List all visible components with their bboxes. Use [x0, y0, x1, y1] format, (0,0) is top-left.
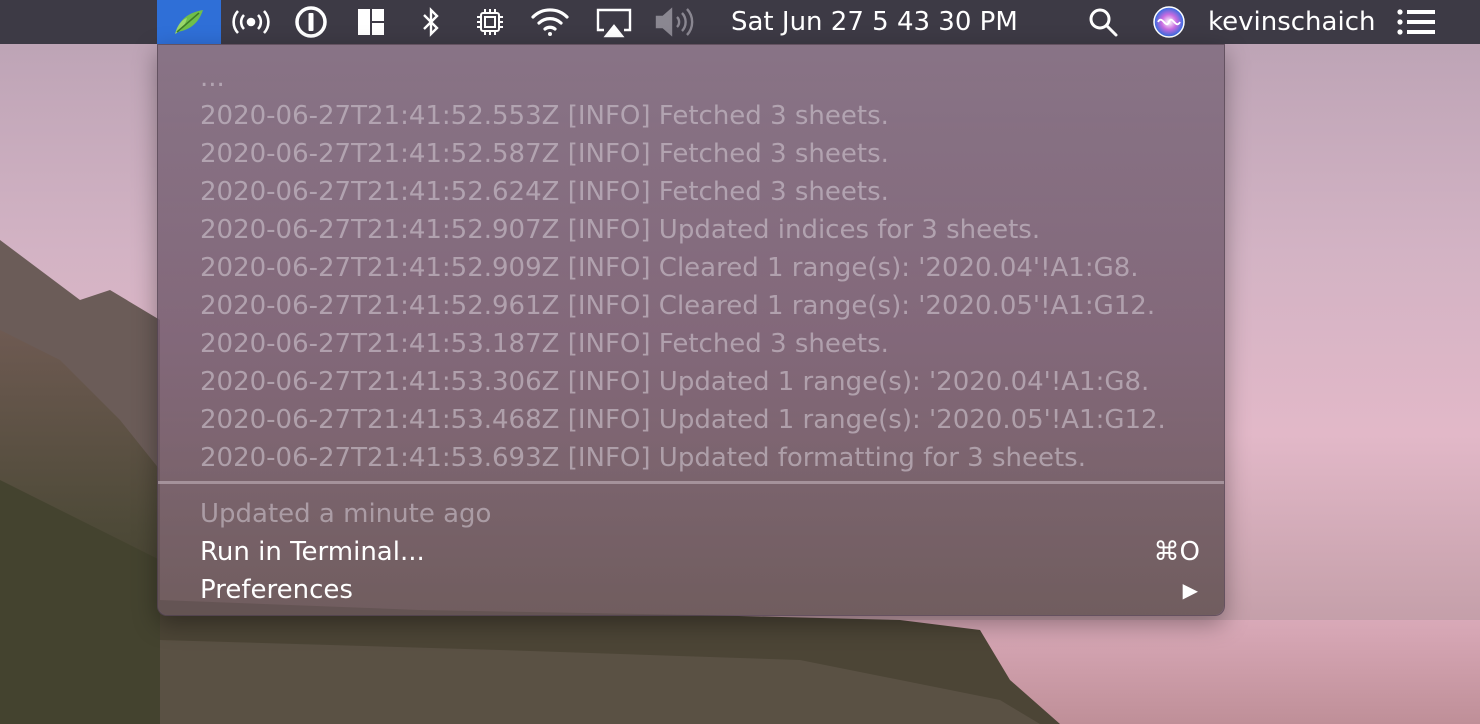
log-line: 2020-06-27T21:41:52.909Z [INFO] Cleared …: [200, 253, 1139, 283]
run-in-terminal-menu-item[interactable]: Run in Terminal... ⌘O: [200, 533, 1200, 571]
log-line: 2020-06-27T21:41:52.907Z [INFO] Updated …: [200, 215, 1041, 245]
log-output: ... 2020-06-27T21:41:52.553Z [INFO] Fetc…: [200, 59, 1204, 477]
log-line: 2020-06-27T21:41:52.624Z [INFO] Fetched …: [200, 177, 889, 207]
broadcast-icon[interactable]: [228, 0, 274, 44]
menu-separator: [158, 481, 1224, 484]
notification-center-icon[interactable]: [1396, 0, 1438, 44]
leaf-app-icon[interactable]: [157, 0, 221, 44]
volume-icon[interactable]: [652, 0, 698, 44]
log-line: 2020-06-27T21:41:53.306Z [INFO] Updated …: [200, 367, 1150, 397]
cpu-icon[interactable]: [472, 0, 508, 44]
log-line: ...: [200, 63, 225, 93]
bluetooth-icon[interactable]: [416, 0, 446, 44]
log-line: 2020-06-27T21:41:52.961Z [INFO] Cleared …: [200, 291, 1156, 321]
update-status-item: Updated a minute ago: [200, 495, 1200, 533]
window-layout-icon[interactable]: [354, 0, 388, 44]
log-line: 2020-06-27T21:41:53.187Z [INFO] Fetched …: [200, 329, 889, 359]
onepassword-icon[interactable]: [292, 0, 330, 44]
log-line: 2020-06-27T21:41:53.468Z [INFO] Updated …: [200, 405, 1166, 435]
spotlight-search-icon[interactable]: [1086, 0, 1120, 44]
menu-bar: Sat Jun 27 5 43 30 PM kevinschaich: [0, 0, 1480, 44]
airplay-icon[interactable]: [592, 0, 636, 44]
run-in-terminal-label: Run in Terminal...: [200, 537, 425, 567]
submenu-arrow-icon: ▶: [1182, 578, 1198, 602]
app-dropdown-menu: ... 2020-06-27T21:41:52.553Z [INFO] Fetc…: [157, 44, 1225, 616]
log-line: 2020-06-27T21:41:52.587Z [INFO] Fetched …: [200, 139, 889, 169]
menu-bar-username[interactable]: kevinschaich: [1208, 0, 1375, 44]
menu-bar-clock[interactable]: Sat Jun 27 5 43 30 PM: [731, 0, 1018, 44]
preferences-label: Preferences: [200, 575, 353, 605]
run-in-terminal-shortcut: ⌘O: [1153, 537, 1200, 567]
siri-icon[interactable]: [1150, 0, 1188, 44]
log-line: 2020-06-27T21:41:52.553Z [INFO] Fetched …: [200, 101, 889, 131]
wifi-icon[interactable]: [528, 0, 572, 44]
preferences-menu-item[interactable]: Preferences ▶: [200, 571, 1200, 609]
log-line: 2020-06-27T21:41:53.693Z [INFO] Updated …: [200, 443, 1086, 473]
update-status-label: Updated a minute ago: [200, 499, 492, 529]
